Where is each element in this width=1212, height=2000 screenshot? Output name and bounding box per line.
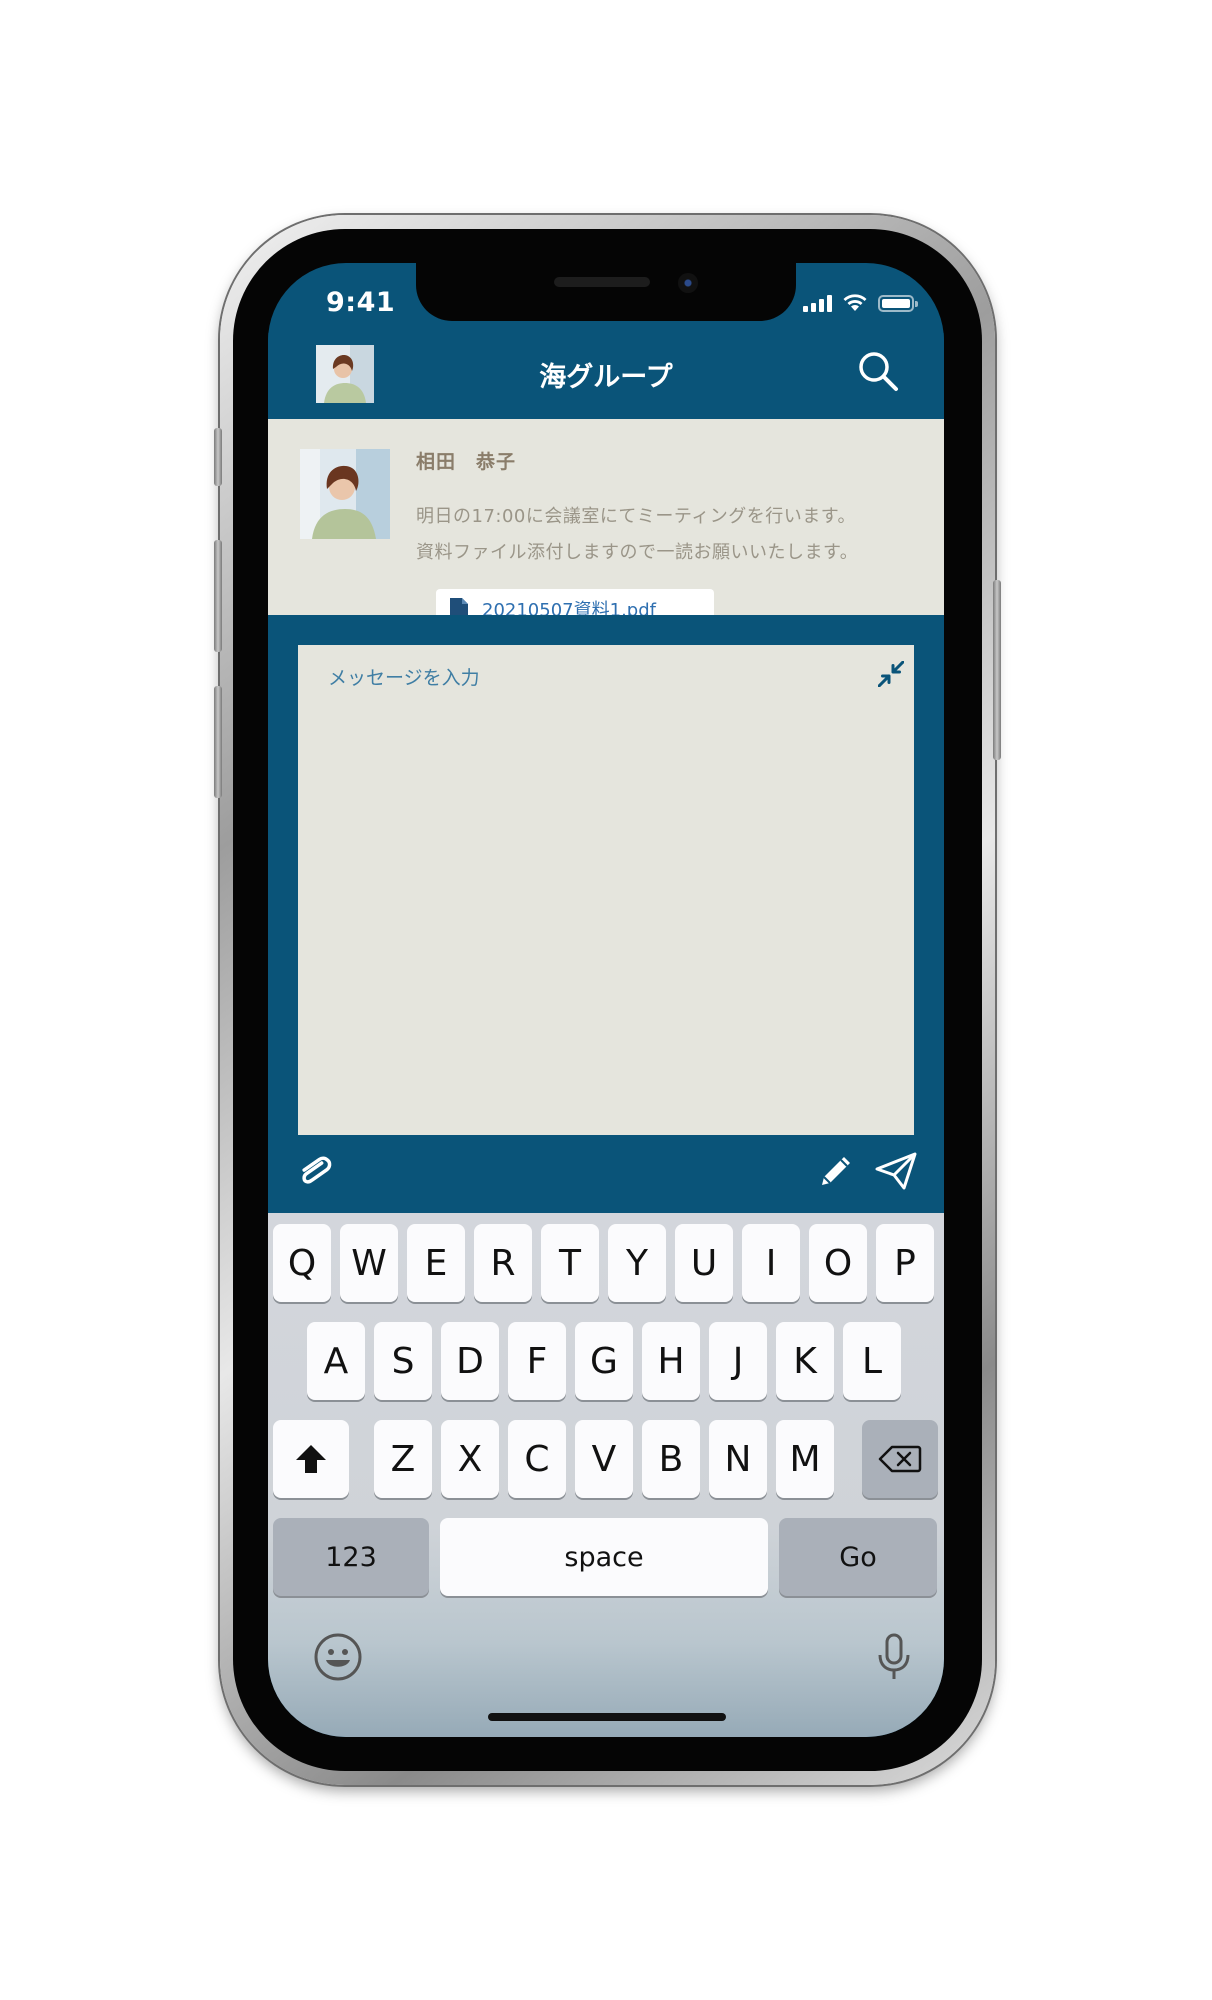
key-f[interactable]: F <box>508 1322 566 1400</box>
search-icon[interactable] <box>856 349 900 393</box>
message-line: 資料ファイル添付しますので一読お願いいたします。 <box>416 542 859 563</box>
keyboard-row-4: 123 space Go <box>268 1518 944 1596</box>
key-o[interactable]: O <box>809 1224 867 1302</box>
key-k[interactable]: K <box>776 1322 834 1400</box>
key-e[interactable]: E <box>407 1224 465 1302</box>
cellular-signal-icon <box>803 294 832 312</box>
key-x[interactable]: X <box>441 1420 499 1498</box>
notch <box>416 263 796 321</box>
message-list: 相田 恭子 明日の17:00に会議室にてミーティングを行います。 資料ファイル添… <box>268 419 944 615</box>
volume-down-button <box>214 686 222 798</box>
key-i[interactable]: I <box>742 1224 800 1302</box>
microphone-icon[interactable] <box>868 1631 920 1683</box>
document-icon <box>450 598 468 615</box>
key-v[interactable]: V <box>575 1420 633 1498</box>
key-h[interactable]: H <box>642 1322 700 1400</box>
key-m[interactable]: M <box>776 1420 834 1498</box>
key-p[interactable]: P <box>876 1224 934 1302</box>
earpiece-speaker <box>554 277 650 287</box>
emoji-icon[interactable] <box>312 1631 364 1683</box>
key-s[interactable]: S <box>374 1322 432 1400</box>
app-header: 海グループ <box>268 333 944 419</box>
key-y[interactable]: Y <box>608 1224 666 1302</box>
onscreen-keyboard: Q W E R T Y U I O P A S D F G H J K L Z … <box>268 1213 944 1737</box>
wifi-icon <box>843 294 867 311</box>
key-b[interactable]: B <box>642 1420 700 1498</box>
paperclip-icon[interactable] <box>296 1153 334 1191</box>
message-composer <box>268 615 944 1213</box>
message-text: 明日の17:00に会議室にてミーティングを行います。 資料ファイル添付しますので… <box>416 499 858 571</box>
pencil-icon[interactable] <box>816 1151 856 1191</box>
message-sender: 相田 恭子 <box>416 451 517 473</box>
battery-icon <box>878 295 918 312</box>
attachment-chip[interactable]: 20210507資料1.pdf <box>436 589 714 615</box>
backspace-icon <box>878 1445 922 1473</box>
front-camera <box>678 273 698 293</box>
silent-switch <box>214 428 222 486</box>
status-icons <box>803 293 918 312</box>
key-a[interactable]: A <box>307 1322 365 1400</box>
keyboard-row-3: Z X C V B N M <box>268 1420 944 1498</box>
message-input[interactable] <box>298 645 914 1135</box>
attachment-name: 20210507資料1.pdf <box>482 600 656 615</box>
status-time: 9:41 <box>326 287 396 318</box>
volume-up-button <box>214 540 222 652</box>
key-w[interactable]: W <box>340 1224 398 1302</box>
key-z[interactable]: Z <box>374 1420 432 1498</box>
home-indicator[interactable] <box>488 1713 726 1721</box>
message-line: 明日の17:00に会議室にてミーティングを行います。 <box>416 506 856 527</box>
page-title: 海グループ <box>539 362 673 393</box>
collapse-icon[interactable] <box>878 661 904 687</box>
key-d[interactable]: D <box>441 1322 499 1400</box>
numbers-key[interactable]: 123 <box>273 1518 429 1596</box>
key-t[interactable]: T <box>541 1224 599 1302</box>
key-c[interactable]: C <box>508 1420 566 1498</box>
shift-key[interactable] <box>273 1420 349 1498</box>
key-r[interactable]: R <box>474 1224 532 1302</box>
backspace-key[interactable] <box>862 1420 938 1498</box>
sender-avatar[interactable] <box>300 449 390 539</box>
keyboard-row-1: Q W E R T Y U I O P <box>268 1224 944 1302</box>
key-n[interactable]: N <box>709 1420 767 1498</box>
keyboard-row-2: A S D F G H J K L <box>268 1322 944 1400</box>
space-key[interactable]: space <box>440 1518 768 1596</box>
send-icon[interactable] <box>874 1151 918 1191</box>
shift-icon <box>296 1445 326 1473</box>
key-g[interactable]: G <box>575 1322 633 1400</box>
go-key[interactable]: Go <box>779 1518 937 1596</box>
phone-screen: 9:41 海グループ 相田 恭子 明日の17:00に会議室にてミーティングを行い… <box>268 263 944 1737</box>
key-q[interactable]: Q <box>273 1224 331 1302</box>
key-j[interactable]: J <box>709 1322 767 1400</box>
power-button <box>993 580 1001 760</box>
key-u[interactable]: U <box>675 1224 733 1302</box>
key-l[interactable]: L <box>843 1322 901 1400</box>
